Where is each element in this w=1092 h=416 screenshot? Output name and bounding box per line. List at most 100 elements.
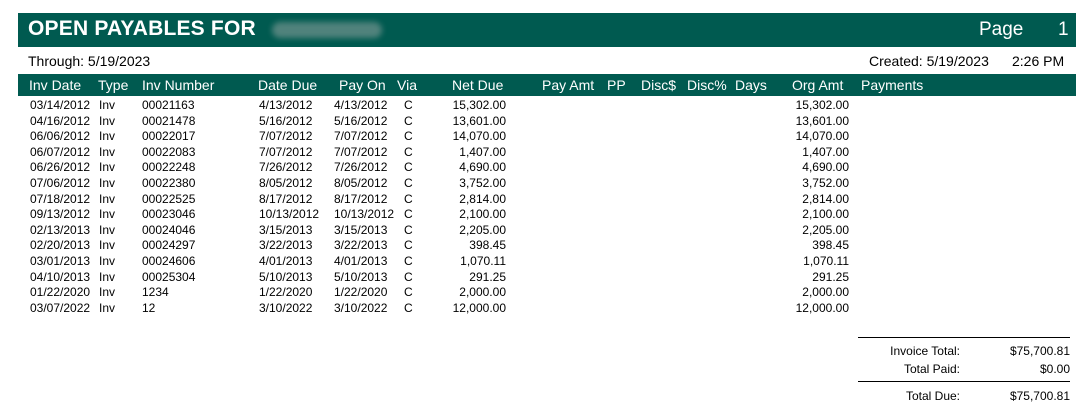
cell-net-due: 13,601.00: [452, 113, 506, 128]
col-org-amt: Org Amt: [792, 77, 844, 93]
cell-pay-on: 7/07/2012: [334, 129, 388, 144]
cell-date-due: 5/16/2012: [259, 113, 313, 128]
cell-via: C: [404, 129, 413, 144]
cell-org-amt: 12,000.00: [795, 300, 849, 315]
cell-via: C: [404, 160, 413, 175]
cell-pay-on: 8/17/2012: [334, 191, 388, 206]
created-date: Created: 5/19/2023: [869, 53, 989, 69]
col-pay-on: Pay On: [339, 77, 386, 93]
cell-inv-date: 09/13/2012: [30, 207, 91, 222]
cell-inv-date: 02/13/2013: [30, 222, 91, 237]
cell-via: C: [404, 253, 413, 268]
cell-inv-number: 00022525: [142, 191, 196, 206]
cell-inv-date: 06/26/2012: [30, 160, 91, 175]
table-row: 03/07/2022 Inv 12 3/10/2022 3/10/2022 C 12,000…: [0, 301, 1092, 317]
cell-inv-date: 04/16/2012: [30, 113, 91, 128]
cell-inv-date: 07/06/2012: [30, 175, 91, 190]
table-row: 07/18/2012 Inv 00022525 8/17/2012 8/17/2012 C…: [0, 192, 1092, 208]
cell-net-due: 4,690.00: [459, 160, 506, 175]
redacted-vendor-name: [272, 22, 382, 38]
col-pp: PP: [607, 77, 626, 93]
cell-net-due: 2,100.00: [459, 207, 506, 222]
cell-inv-number: 00021478: [142, 113, 196, 128]
cell-date-due: 8/05/2012: [259, 175, 313, 190]
cell-date-due: 3/22/2013: [259, 238, 313, 253]
totals-top-rule: [858, 337, 1070, 338]
cell-net-due: 291.25: [469, 269, 506, 284]
cell-inv-date: 04/10/2013: [30, 269, 91, 284]
cell-type: Inv: [99, 300, 116, 315]
cell-date-due: 3/10/2022: [259, 300, 313, 315]
cell-net-due: 2,814.00: [459, 191, 506, 206]
cell-via: C: [404, 300, 413, 315]
cell-pay-on: 10/13/2012: [334, 207, 395, 222]
cell-type: Inv: [99, 191, 116, 206]
col-via: Via: [397, 77, 417, 93]
cell-via: C: [404, 175, 413, 190]
cell-date-due: 1/22/2020: [259, 285, 313, 300]
table-row: 03/14/2012 Inv 00021163 4/13/2012 4/13/2012 C…: [0, 98, 1092, 114]
cell-org-amt: 15,302.00: [795, 98, 849, 112]
cell-date-due: 8/17/2012: [259, 191, 313, 206]
col-days: Days: [735, 77, 767, 93]
cell-via: C: [404, 207, 413, 222]
table-row: 06/07/2012 Inv 00022083 7/07/2012 7/07/2012 C…: [0, 145, 1092, 161]
cell-date-due: 5/10/2013: [259, 269, 313, 284]
cell-pay-on: 1/22/2020: [334, 285, 388, 300]
table-row: 06/06/2012 Inv 00022017 7/07/2012 7/07/2012 C…: [0, 129, 1092, 145]
cell-net-due: 15,302.00: [452, 98, 506, 112]
cell-type: Inv: [99, 238, 116, 253]
page-number: 1: [1058, 19, 1069, 40]
cell-type: Inv: [99, 285, 116, 300]
cell-net-due: 3,752.00: [459, 175, 506, 190]
cell-net-due: 12,000.00: [452, 300, 506, 315]
cell-type: Inv: [99, 253, 116, 268]
cell-org-amt: 2,205.00: [802, 222, 849, 237]
cell-org-amt: 2,000.00: [802, 285, 849, 300]
total-due-label: Total Due:: [905, 389, 960, 403]
column-header-bar: Inv Date Type Inv Number Date Due Pay On…: [18, 74, 1076, 96]
cell-date-due: 3/15/2013: [259, 222, 313, 237]
cell-type: Inv: [99, 269, 116, 284]
cell-type: Inv: [99, 222, 116, 237]
cell-pay-on: 3/10/2022: [334, 300, 388, 315]
cell-inv-date: 07/18/2012: [30, 191, 91, 206]
col-net-due: Net Due: [452, 77, 504, 93]
table-row: 02/20/2013 Inv 00024297 3/22/2013 3/22/2013 C…: [0, 238, 1092, 254]
cell-date-due: 7/26/2012: [259, 160, 313, 175]
col-inv-date: Inv Date: [29, 77, 82, 93]
cell-inv-date: 01/22/2020: [30, 285, 91, 300]
cell-inv-number: 00024046: [142, 222, 196, 237]
totals-bottom-rule: [858, 381, 1070, 382]
cell-via: C: [404, 98, 413, 112]
col-payments: Payments: [861, 77, 924, 93]
table-row: 01/22/2020 Inv 1234 1/22/2020 1/22/2020 C 2,00…: [0, 285, 1092, 301]
cell-inv-date: 03/07/2022: [30, 300, 91, 315]
cell-org-amt: 4,690.00: [802, 160, 849, 175]
table-row: 09/13/2012 Inv 00023046 10/13/2012 10/13/201…: [0, 207, 1092, 223]
cell-inv-number: 00022248: [142, 160, 196, 175]
cell-inv-number: 00022083: [142, 144, 196, 159]
cell-inv-number: 00022017: [142, 129, 196, 144]
col-disc-pct: Disc%: [687, 77, 727, 93]
cell-via: C: [404, 238, 413, 253]
cell-org-amt: 13,601.00: [795, 113, 849, 128]
report-title: OPEN PAYABLES FOR: [28, 17, 256, 40]
cell-pay-on: 3/15/2013: [334, 222, 388, 237]
cell-org-amt: 1,070.11: [803, 253, 849, 268]
cell-date-due: 7/07/2012: [259, 129, 313, 144]
cell-via: C: [404, 144, 413, 159]
col-date-due: Date Due: [258, 77, 318, 93]
cell-org-amt: 2,814.00: [802, 191, 849, 206]
cell-inv-number: 00023046: [142, 207, 196, 222]
cell-type: Inv: [99, 175, 116, 190]
cell-org-amt: 398.45: [812, 238, 849, 253]
cell-org-amt: 14,070.00: [795, 129, 849, 144]
cell-type: Inv: [99, 160, 116, 175]
through-date: Through: 5/19/2023: [28, 53, 151, 69]
cell-inv-date: 03/14/2012: [30, 98, 91, 112]
cell-net-due: 1,070.11: [460, 253, 506, 268]
cell-pay-on: 8/05/2012: [334, 175, 388, 190]
cell-pay-on: 7/07/2012: [334, 144, 388, 159]
table-row: 07/06/2012 Inv 00022380 8/05/2012 8/05/2012 C…: [0, 176, 1092, 192]
